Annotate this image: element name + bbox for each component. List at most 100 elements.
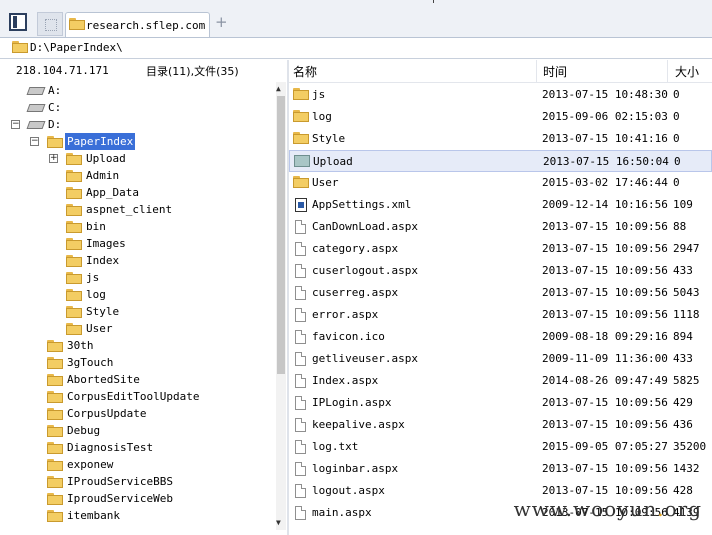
tree-scrollbar[interactable]: ▲ ▼ — [276, 82, 286, 530]
folder-icon — [47, 425, 63, 437]
file-time: 2015-09-06 02:15:03 — [542, 110, 668, 123]
column-time[interactable]: 时间 — [543, 63, 567, 80]
file-row[interactable]: Index.aspx 2014-08-26 09:47:49 5825 — [289, 370, 712, 392]
file-row[interactable]: js 2013-07-15 10:48:30 0 — [289, 84, 712, 106]
folder-icon — [47, 442, 63, 454]
file-row[interactable]: log.txt 2015-09-05 07:05:27 35200 — [289, 436, 712, 458]
file-time: 2014-08-26 09:47:49 — [542, 374, 668, 387]
add-tab-icon[interactable]: + — [215, 13, 228, 31]
tree-node-label: C: — [48, 101, 62, 114]
file-name: getliveuser.aspx — [312, 352, 418, 365]
tree-node[interactable]: Images — [0, 235, 274, 252]
tree-node[interactable]: js — [0, 269, 274, 286]
tree-node-label: D: — [48, 118, 62, 131]
tree-node[interactable]: IproudServiceWeb — [0, 490, 274, 507]
file-row[interactable]: User 2015-03-02 17:46:44 0 — [289, 172, 712, 194]
file-row[interactable]: category.aspx 2013-07-15 10:09:56 2947 — [289, 238, 712, 260]
tree-node-label: itembank — [67, 509, 120, 522]
file-row[interactable]: CanDownLoad.aspx 2013-07-15 10:09:56 88 — [289, 216, 712, 238]
tree-node[interactable]: DiagnosisTest — [0, 439, 274, 456]
file-row[interactable]: Upload 2013-07-15 16:50:04 0 — [289, 150, 712, 172]
address-bar[interactable]: D:\PaperIndex\ — [0, 38, 712, 59]
file-row[interactable]: cuserlogout.aspx 2013-07-15 10:09:56 433 — [289, 260, 712, 282]
file-time: 2013-07-15 10:41:16 — [542, 132, 668, 145]
tree-node[interactable]: exponew — [0, 456, 274, 473]
tree-node[interactable]: IProudServiceBBS — [0, 473, 274, 490]
tree-node[interactable]: A: — [0, 82, 274, 99]
file-name: favicon.ico — [312, 330, 385, 343]
file-row[interactable]: getliveuser.aspx 2009-11-09 11:36:00 433 — [289, 348, 712, 370]
file-time: 2013-07-15 10:09:56 — [542, 396, 668, 409]
scroll-down-icon[interactable]: ▼ — [276, 518, 281, 527]
tree-node[interactable]: aspnet_client — [0, 201, 274, 218]
folder-icon — [66, 153, 82, 165]
file-name: cuserlogout.aspx — [312, 264, 418, 277]
file-name: js — [312, 88, 326, 101]
tree-node[interactable]: − PaperIndex — [0, 133, 274, 150]
file-row[interactable]: cuserreg.aspx 2013-07-15 10:09:56 5043 — [289, 282, 712, 304]
tab-active[interactable]: research.sflep.com — [65, 12, 210, 37]
folder-icon — [66, 238, 82, 250]
sidebar-toggle-icon[interactable] — [9, 13, 27, 31]
watermark-dot: . — [657, 497, 665, 521]
file-size: 1432 — [673, 462, 700, 475]
tree-node[interactable]: log — [0, 286, 274, 303]
tree-node[interactable]: 30th — [0, 337, 274, 354]
tree-node-label: IproudServiceWeb — [67, 492, 173, 505]
tree-node[interactable]: Debug — [0, 422, 274, 439]
folder-icon — [66, 170, 82, 182]
blank-tab-icon[interactable] — [37, 12, 63, 36]
file-row[interactable]: AppSettings.xml 2009-12-14 10:16:56 109 — [289, 194, 712, 216]
tree-node[interactable]: Style — [0, 303, 274, 320]
tree-node[interactable]: Admin — [0, 167, 274, 184]
file-icon — [295, 352, 306, 366]
column-divider[interactable] — [536, 60, 537, 82]
file-row[interactable]: IPLogin.aspx 2013-07-15 10:09:56 429 — [289, 392, 712, 414]
file-size: 109 — [673, 198, 693, 211]
tree-node[interactable]: CorpusUpdate — [0, 405, 274, 422]
folder-icon — [66, 306, 82, 318]
address-path[interactable]: D:\PaperIndex\ — [30, 41, 123, 54]
file-icon — [295, 220, 306, 234]
tree-node[interactable]: bin — [0, 218, 274, 235]
tree-node[interactable]: AbortedSite — [0, 371, 274, 388]
tree-node[interactable]: C: — [0, 99, 274, 116]
file-row[interactable]: error.aspx 2013-07-15 10:09:56 1118 — [289, 304, 712, 326]
column-size[interactable]: 大小 — [675, 63, 699, 80]
file-time: 2015-03-02 17:46:44 — [542, 176, 668, 189]
upload-folder-icon — [294, 155, 310, 167]
file-row[interactable]: loginbar.aspx 2013-07-15 10:09:56 1432 — [289, 458, 712, 480]
expand-icon[interactable]: + — [49, 154, 58, 163]
tree-node-label: User — [86, 322, 113, 335]
tree-node-label: AbortedSite — [67, 373, 140, 386]
tab-label: research.sflep.com — [86, 19, 206, 32]
tree-node[interactable]: + Upload — [0, 150, 274, 167]
collapse-icon[interactable]: − — [11, 120, 20, 129]
scroll-up-icon[interactable]: ▲ — [276, 84, 281, 93]
file-time: 2013-07-15 10:09:56 — [542, 220, 668, 233]
file-time: 2009-11-09 11:36:00 — [542, 352, 668, 365]
tree-node-label: DiagnosisTest — [67, 441, 154, 454]
file-icon — [295, 484, 306, 498]
column-name[interactable]: 名称 — [293, 63, 317, 80]
file-row[interactable]: Style 2013-07-15 10:41:16 0 — [289, 128, 712, 150]
tree-node-label: Images — [86, 237, 126, 250]
tree-node[interactable]: 3gTouch — [0, 354, 274, 371]
tree-node[interactable]: − D: — [0, 116, 274, 133]
file-row[interactable]: favicon.ico 2009-08-18 09:29:16 894 — [289, 326, 712, 348]
scroll-thumb[interactable] — [277, 96, 285, 374]
drive-icon — [26, 121, 46, 129]
folder-icon — [47, 391, 63, 403]
tree-node[interactable]: User — [0, 320, 274, 337]
collapse-icon[interactable]: − — [30, 137, 39, 146]
file-row[interactable]: keepalive.aspx 2013-07-15 10:09:56 436 — [289, 414, 712, 436]
column-divider[interactable] — [667, 60, 668, 82]
tree-node[interactable]: CorpusEditToolUpdate — [0, 388, 274, 405]
file-time: 2013-07-15 10:48:30 — [542, 88, 668, 101]
file-name: User — [312, 176, 339, 189]
file-name: Index.aspx — [312, 374, 379, 387]
tree-node[interactable]: itembank — [0, 507, 274, 524]
tree-node[interactable]: App_Data — [0, 184, 274, 201]
file-row[interactable]: log 2015-09-06 02:15:03 0 — [289, 106, 712, 128]
tree-node[interactable]: Index — [0, 252, 274, 269]
